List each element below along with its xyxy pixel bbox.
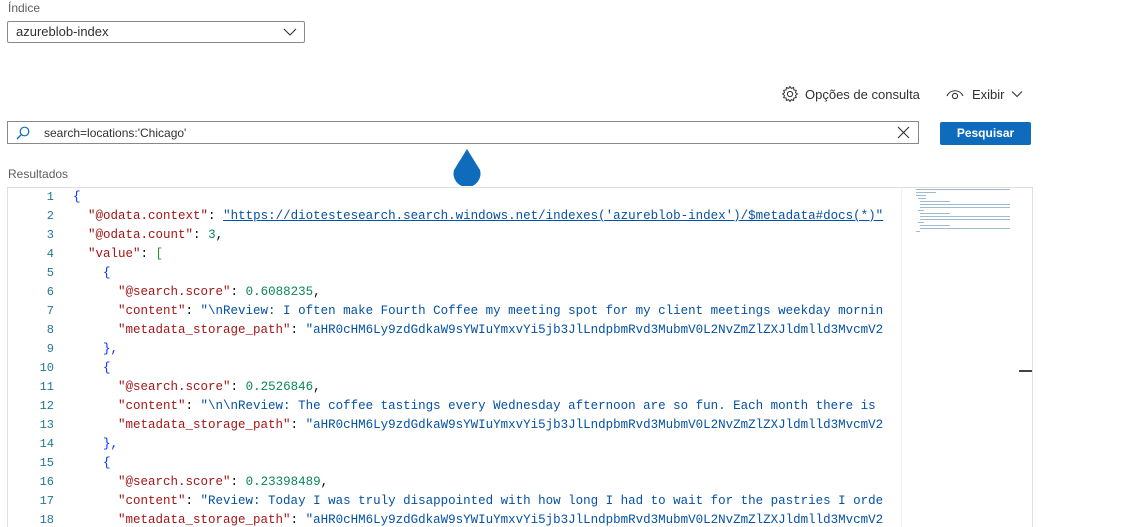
line-number: 2 [46,209,54,223]
line-number: 15 [39,456,54,470]
close-icon[interactable] [897,126,910,139]
code-line: "content": "Review: Today I was truly di… [118,494,884,508]
index-select-value: azureblob-index [16,24,109,39]
code-line: { [73,190,81,204]
line-number: 9 [46,342,54,356]
query-options-label: Opções de consulta [805,86,920,102]
json-string: "\nReview: I often make Fourth Coffee my… [200,304,884,318]
json-string: "Review: Today I was truly disappointed … [200,494,884,508]
code-line: "metadata_storage_path": "aHR0cHM6Ly9zdG… [118,323,884,337]
json-string: "aHR0cHM6Ly9zdGdkaW9sYWIuYmxvYi5jb3JlLnd… [305,418,884,432]
code-line: { [103,456,111,470]
json-number: 0.6088235 [245,285,314,299]
line-number: 13 [39,418,54,432]
line-number: 10 [39,361,54,375]
line-number: 14 [39,437,54,451]
view-button[interactable]: Exibir [946,84,1023,104]
json-number: 0.2526846 [245,380,314,394]
gear-icon [781,85,799,103]
code-line: { [103,266,111,280]
index-label: Índice [8,1,41,15]
chevron-down-icon [283,28,297,36]
code-line: "content": "\n\nReview: The coffee tasti… [118,399,876,413]
code-line: { [103,361,111,375]
code-line: }, [103,342,119,356]
code-line: "@search.score": 0.23398489, [118,475,329,489]
line-number: 17 [39,494,54,508]
results-label: Resultados [8,167,69,181]
json-key: "@odata.count" [88,228,194,242]
line-number: 12 [39,399,54,413]
json-link[interactable]: "https://diotestesearch.search.windows.n… [223,209,883,223]
code-line: "metadata_storage_path": "aHR0cHM6Ly9zdG… [118,513,884,527]
json-number: 3 [208,228,216,242]
line-number: 3 [46,228,54,242]
line-number: 8 [46,323,54,337]
json-key: "@search.score" [118,380,231,394]
line-number: 7 [46,304,54,318]
eye-icon [946,90,964,100]
json-key: "content" [118,399,186,413]
json-number: 0.23398489 [245,475,321,489]
line-number: 11 [39,380,54,394]
code-line: "content": "\nReview: I often make Fourt… [118,304,884,318]
query-options-button[interactable]: Opções de consulta [781,84,920,104]
line-number: 4 [46,247,54,261]
json-string: "aHR0cHM6Ly9zdGdkaW9sYWIuYmxvYi5jb3JlLnd… [305,513,884,527]
results-editor[interactable]: 1 2 3 4 5 6 7 8 9 10 11 12 13 14 15 16 1… [7,187,1033,527]
code-line: }, [103,437,119,451]
line-number: 16 [39,475,54,489]
index-select[interactable]: azureblob-index [7,21,305,43]
json-key: "value" [88,247,141,261]
line-number-gutter: 1 2 3 4 5 6 7 8 9 10 11 12 13 14 15 16 1… [8,188,54,527]
json-key: "metadata_storage_path" [118,323,291,337]
line-number: 6 [46,285,54,299]
code-line: "@search.score": 0.6088235, [118,285,321,299]
search-box[interactable] [7,121,919,144]
view-label: Exibir [972,86,1005,102]
json-key: "@search.score" [118,475,231,489]
search-button[interactable]: Pesquisar [940,122,1031,145]
json-key: "content" [118,304,186,318]
line-number: 18 [39,513,54,527]
search-input[interactable] [44,124,884,141]
json-key: "@search.score" [118,285,231,299]
vertical-scrollbar[interactable] [1019,188,1032,527]
code-line: "@odata.context": "https://diotestesearc… [88,209,884,223]
code-line: "@search.score": 0.2526846, [118,380,321,394]
code-line: "value": [ [88,247,164,261]
search-icon [16,126,30,140]
json-key: "content" [118,494,186,508]
json-key: "metadata_storage_path" [118,513,291,527]
json-string: "\n\nReview: The coffee tastings every W… [200,399,876,413]
cursor-drop-icon [453,149,481,186]
scrollbar-thumb[interactable] [1019,370,1032,372]
code-minimap[interactable] [901,188,1020,527]
code-line: "metadata_storage_path": "aHR0cHM6Ly9zdG… [118,418,884,432]
code-line: "@odata.count": 3, [88,228,224,242]
json-code[interactable]: { "@odata.context": "https://diotestesea… [73,188,901,527]
json-key: "@odata.context" [88,209,209,223]
chevron-down-icon [1011,91,1022,98]
json-string: "aHR0cHM6Ly9zdGdkaW9sYWIuYmxvYi5jb3JlLnd… [305,323,884,337]
line-number: 5 [46,266,54,280]
json-key: "metadata_storage_path" [118,418,291,432]
line-number: 1 [46,190,54,204]
